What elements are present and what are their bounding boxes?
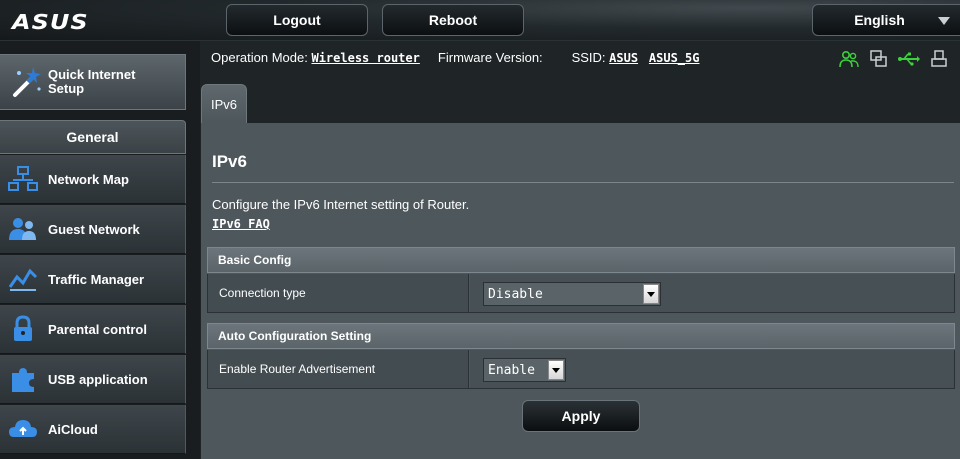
ssid-link-2g[interactable]: ASUS [609,51,638,65]
apply-button[interactable]: Apply [522,400,640,432]
puzzle-icon [3,361,43,397]
sidebar-item-parental-control[interactable]: Parental control [0,305,186,354]
connection-type-cell: Disable [470,274,954,312]
reboot-button[interactable]: Reboot [382,4,524,36]
top-bar: ASUS Logout Reboot English [0,0,960,41]
lock-icon [3,311,43,347]
basic-config-header: Basic Config [207,247,955,273]
operation-mode-label: Operation Mode: [211,50,308,65]
connection-type-select[interactable]: Disable [483,282,661,306]
printer-icon[interactable] [928,49,950,69]
sidebar-item-guest-network[interactable]: Guest Network [0,205,186,254]
guest-network-icon [3,211,43,247]
router-advertisement-value: Enable [488,362,535,378]
sidebar-item-label: Traffic Manager [48,271,145,287]
sidebar: Quick Internet Setup General Network Map… [0,41,200,459]
sidebar-item-label: Network Map [48,171,129,187]
network-icon[interactable] [868,49,890,69]
sidebar-item-label: Guest Network [48,221,140,237]
cloud-icon [3,411,43,447]
operation-mode-link[interactable]: Wireless router [311,51,419,65]
sidebar-item-aicloud[interactable]: AiCloud [0,405,186,454]
page-description: Configure the IPv6 Internet setting of R… [212,197,470,212]
ssid-label: SSID: [571,50,606,65]
asus-logo[interactable]: ASUS [12,10,89,34]
router-advertisement-cell: Enable [470,350,954,388]
quick-internet-setup-label: Quick Internet Setup [48,67,136,96]
firmware-version-label: Firmware Version: [437,50,543,65]
ssid-link-5g[interactable]: ASUS_5G [649,51,700,65]
sidebar-item-label: AiCloud [48,421,98,437]
general-section-header: General [0,120,186,154]
sidebar-item-label: USB application [48,371,148,387]
chevron-down-icon [938,17,950,25]
router-advertisement-row: Enable Router Advertisement Enable [207,350,955,389]
language-select-value: English [854,12,905,28]
sidebar-item-label: Parental control [48,321,147,337]
sidebar-item-network-map[interactable]: Network Map [0,155,186,204]
chevron-down-icon [643,284,659,304]
connection-type-value: Disable [488,286,543,302]
sidebar-item-traffic-manager[interactable]: Traffic Manager [0,255,186,304]
usb-icon[interactable] [898,49,920,69]
tab-ipv6[interactable]: IPv6 [201,84,247,124]
connection-type-label: Connection type [208,274,469,312]
chevron-down-icon [548,360,564,380]
logout-button[interactable]: Logout [226,4,368,36]
quick-internet-setup-button[interactable]: Quick Internet Setup [0,54,186,110]
clients-icon[interactable] [838,49,860,69]
network-map-icon [3,161,43,197]
main-panel: IPv6 Configure the IPv6 Internet setting… [201,123,960,459]
router-advertisement-label: Enable Router Advertisement [208,350,469,388]
traffic-manager-icon [3,261,43,297]
connection-type-row: Connection type Disable [207,274,955,313]
page-title: IPv6 [212,152,247,171]
status-line: Operation Mode: Wireless router Firmware… [211,50,699,65]
magic-wand-icon [6,62,46,102]
auto-config-header: Auto Configuration Setting [207,323,955,349]
status-icons [838,49,950,69]
sidebar-item-usb-application[interactable]: USB application [0,355,186,404]
ipv6-faq-link[interactable]: IPv6 FAQ [212,217,270,231]
router-advertisement-select[interactable]: Enable [483,358,566,382]
title-divider [212,182,954,183]
language-select[interactable]: English [812,4,960,36]
